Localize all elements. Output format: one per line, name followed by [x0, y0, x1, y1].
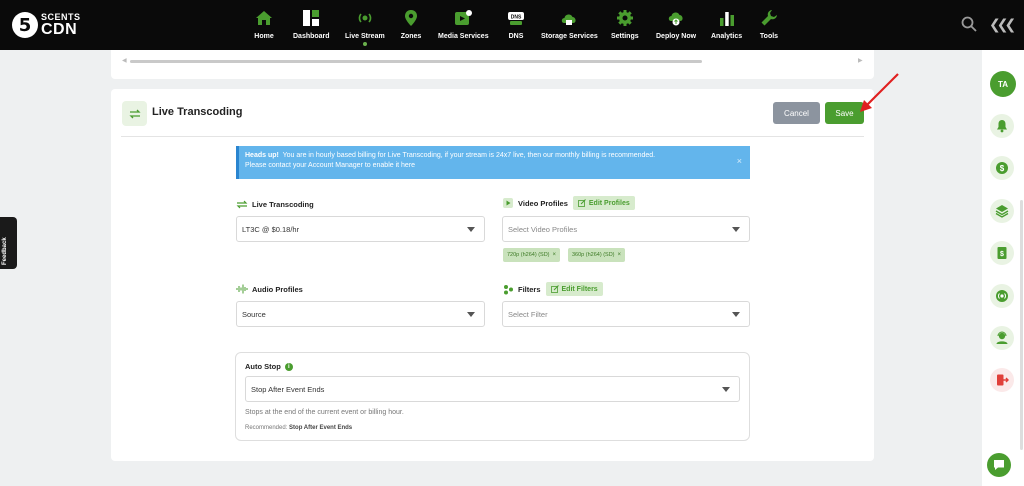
alert-line1: You are in hourly based billing for Live… — [282, 152, 656, 159]
support-agent-icon[interactable] — [990, 326, 1014, 350]
bar-chart-icon — [716, 7, 738, 29]
auto-stop-select[interactable]: Stop After Event Ends — [245, 376, 740, 402]
annotation-arrow-icon — [860, 73, 899, 112]
alert-close-icon[interactable]: × — [737, 156, 742, 166]
logo-badge: 5 — [12, 12, 38, 38]
video-profile-tag: 720p (h264) (SD) × — [503, 248, 561, 262]
chat-icon[interactable] — [987, 453, 1011, 477]
broadcast-icon — [354, 7, 376, 29]
media-icon — [452, 7, 474, 29]
billing-alert: Heads up! You are in hourly based billin… — [236, 146, 750, 179]
video-profiles-select[interactable]: Select Video Profiles — [502, 216, 750, 242]
audio-wave-icon — [236, 284, 248, 294]
map-pin-icon — [400, 7, 422, 29]
dns-icon-text: DNS — [511, 15, 522, 21]
edit-profiles-button[interactable]: Edit Profiles — [572, 196, 635, 210]
dashboard-icon — [300, 7, 322, 29]
nav-item-live-stream[interactable]: Live Stream — [345, 7, 385, 46]
billing-dollar-icon[interactable]: $ — [990, 156, 1014, 180]
bell-icon[interactable] — [990, 114, 1014, 138]
logout-icon[interactable] — [990, 368, 1014, 392]
live-transcoding-label: Live Transcoding — [236, 199, 314, 209]
transcode-icon — [122, 101, 147, 126]
nav-item-storage-services[interactable]: Storage Services — [541, 7, 598, 40]
chevron-down-icon — [722, 387, 730, 392]
play-icon — [502, 198, 514, 208]
scroll-right-arrow-icon[interactable]: ▶ — [858, 57, 863, 64]
table-scroll-card — [111, 50, 874, 79]
dns-icon: DNS — [505, 7, 527, 29]
deploy-icon — [665, 7, 687, 29]
nav-item-analytics[interactable]: Analytics — [711, 7, 742, 40]
sidebar-scrollbar[interactable] — [1020, 200, 1023, 450]
brand-logo[interactable]: 5 SCENTS CDN — [12, 10, 81, 40]
remove-tag-icon[interactable]: × — [618, 252, 622, 258]
filters-label: Filters Edit Filters — [502, 282, 603, 296]
live-transcoding-select[interactable]: LT3C @ $0.18/hr — [236, 216, 485, 242]
edit-icon — [550, 285, 559, 293]
edit-icon — [577, 199, 586, 207]
auto-stop-recommendation: Recommended: Stop After Event Ends — [245, 425, 353, 431]
feedback-label: Feedback — [2, 237, 8, 265]
nav-item-home[interactable]: Home — [253, 7, 275, 40]
gear-icon — [614, 7, 636, 29]
filters-icon — [502, 284, 514, 294]
home-icon — [253, 7, 275, 29]
nav-item-settings[interactable]: Settings — [611, 7, 639, 40]
chevron-down-icon — [732, 227, 740, 232]
wrench-icon — [758, 7, 780, 29]
edit-filters-button[interactable]: Edit Filters — [545, 282, 603, 296]
header-divider — [121, 136, 864, 137]
alert-heading: Heads up! — [245, 152, 279, 159]
audio-profiles-label: Audio Profiles — [236, 284, 303, 294]
avatar[interactable]: TA — [990, 71, 1016, 97]
info-icon[interactable]: i — [284, 362, 293, 371]
audio-profiles-select[interactable]: Source — [236, 301, 485, 327]
svg-text:$: $ — [1000, 164, 1005, 173]
feedback-tab[interactable]: Feedback — [0, 217, 17, 269]
nav-item-tools[interactable]: Tools — [758, 7, 780, 40]
nav-item-media-services[interactable]: Media Services — [438, 7, 489, 40]
cloud-icon — [558, 7, 580, 29]
search-icon[interactable] — [960, 15, 978, 33]
svg-text:$: $ — [1000, 251, 1004, 258]
alert-line2[interactable]: Please contact your Account Manager to e… — [245, 161, 744, 171]
nav-item-dns[interactable]: DNS DNS — [505, 7, 527, 40]
active-indicator — [362, 42, 367, 46]
nav-item-zones[interactable]: Zones — [400, 7, 422, 40]
logo-line2: CDN — [41, 20, 78, 38]
chevron-down-icon — [732, 312, 740, 317]
chevron-down-icon — [467, 227, 475, 232]
filters-select[interactable]: Select Filter — [502, 301, 750, 327]
remove-tag-icon[interactable]: × — [553, 252, 557, 258]
video-profile-tag: 360p (h264) (SD) × — [568, 248, 626, 262]
nav-item-deploy-now[interactable]: Deploy Now — [656, 7, 696, 40]
auto-stop-help: Stops at the end of the current event or… — [245, 409, 404, 416]
nav-item-dashboard[interactable]: Dashboard — [293, 7, 330, 40]
invoice-icon[interactable]: $ — [990, 241, 1014, 265]
transcode-small-icon — [236, 199, 248, 209]
layers-icon[interactable] — [990, 199, 1014, 223]
cancel-button[interactable]: Cancel — [773, 102, 820, 124]
page-title: Live Transcoding — [152, 106, 243, 118]
collapse-icon[interactable]: ❮❮❮ — [989, 17, 1016, 33]
chevron-down-icon — [467, 312, 475, 317]
scroll-left-arrow-icon[interactable]: ◀ — [122, 57, 127, 64]
video-profiles-label: Video Profiles Edit Profiles — [502, 196, 635, 210]
horizontal-scrollbar[interactable] — [130, 60, 702, 63]
live-broadcast-icon[interactable] — [990, 284, 1014, 308]
auto-stop-title: Auto Stop i — [245, 362, 293, 371]
